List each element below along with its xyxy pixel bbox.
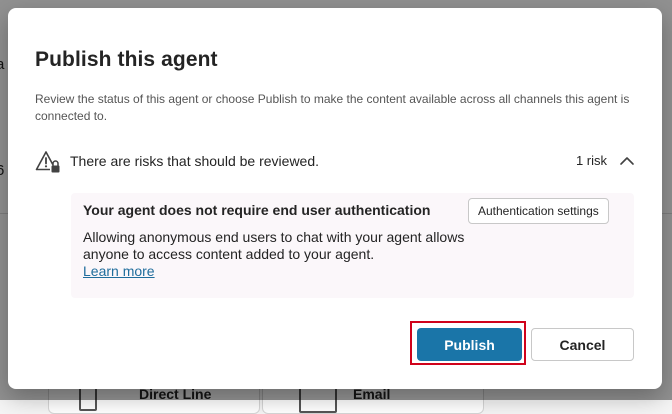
warning-lock-icon (35, 151, 60, 173)
dialog-title: Publish this agent (35, 48, 218, 71)
learn-more-link[interactable]: Learn more (83, 263, 155, 279)
risk-summary-text: There are risks that should be reviewed. (70, 153, 320, 169)
chevron-up-icon[interactable] (619, 154, 635, 168)
cancel-button[interactable]: Cancel (531, 328, 634, 361)
risk-count: 1 risk (575, 153, 607, 168)
publish-dialog: Publish this agent Review the status of … (8, 8, 662, 389)
risk-title: Your agent does not require end user aut… (83, 202, 431, 218)
risk-summary-row: There are risks that should be reviewed.… (35, 150, 635, 174)
risk-body-text: Allowing anonymous end users to chat wit… (83, 229, 465, 262)
risk-detail-card: Your agent does not require end user aut… (71, 193, 634, 298)
authentication-settings-button[interactable]: Authentication settings (468, 198, 609, 224)
publish-button[interactable]: Publish (417, 328, 522, 361)
risk-body: Allowing anonymous end users to chat wit… (83, 229, 473, 280)
dialog-description: Review the status of this agent or choos… (35, 92, 630, 123)
